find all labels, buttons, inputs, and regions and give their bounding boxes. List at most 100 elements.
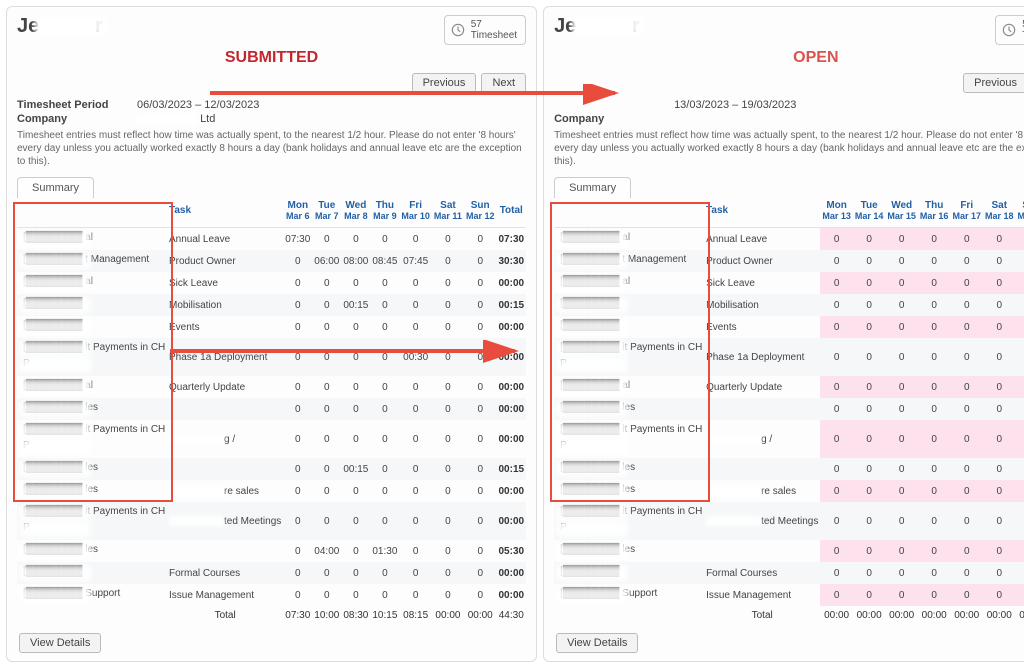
- time-cell: 0: [370, 480, 399, 502]
- table-row: [████████ Mobilisation0000:15000000:15: [17, 294, 526, 316]
- time-cell: 0: [341, 228, 370, 251]
- table-row: [████████ les000000000:00: [17, 398, 526, 420]
- table-row: [████████ Formal Courses000000000:00: [554, 562, 1024, 584]
- time-cell: 0: [918, 480, 951, 502]
- time-cell: 0: [341, 420, 370, 458]
- time-cell: 0: [432, 584, 464, 606]
- time-cell: 0: [464, 294, 497, 316]
- table-row: [████████ SupportIssue Management0000000…: [17, 584, 526, 606]
- time-cell: 0: [918, 272, 951, 294]
- table-row: [████████ lesre sales000000000:00: [554, 480, 1024, 502]
- time-cell: 0: [853, 376, 886, 398]
- view-details-button[interactable]: View Details: [19, 633, 101, 653]
- day-header: FriMar 17: [950, 197, 983, 228]
- time-cell: 0: [399, 228, 432, 251]
- time-cell: 0: [918, 294, 951, 316]
- day-header: MonMar 13: [820, 197, 853, 228]
- time-cell: 0: [399, 562, 432, 584]
- tab-summary[interactable]: Summary: [554, 177, 631, 198]
- time-cell: 0: [464, 458, 497, 480]
- day-header: SatMar 11: [432, 197, 464, 228]
- time-cell: 0: [885, 316, 918, 338]
- time-cell: 0: [885, 458, 918, 480]
- time-cell: 0: [885, 338, 918, 376]
- time-cell: 00:15: [341, 294, 370, 316]
- time-cell: 0: [853, 584, 886, 606]
- task-cell: Annual Leave: [704, 228, 820, 251]
- time-cell: 0: [918, 502, 951, 540]
- time-cell: 0: [853, 398, 886, 420]
- time-cell: 0: [820, 250, 853, 272]
- company-label: Company: [17, 113, 127, 125]
- time-cell: 0: [464, 272, 497, 294]
- time-cell: 0: [983, 376, 1016, 398]
- previous-button[interactable]: Previous: [412, 73, 477, 93]
- time-cell: 0: [853, 228, 886, 251]
- foot-cell: 00:00: [918, 606, 951, 625]
- task-cell: Phase 1a Deployment: [704, 338, 820, 376]
- foot-cell: 07:30: [283, 606, 312, 625]
- time-cell: 0: [918, 420, 951, 458]
- time-cell: 0: [283, 376, 312, 398]
- day-header: SatMar 18: [983, 197, 1016, 228]
- time-cell: 0: [283, 502, 312, 540]
- time-cell: 0: [983, 458, 1016, 480]
- task-cell: [167, 540, 283, 562]
- day-header: WedMar 15: [885, 197, 918, 228]
- time-cell: 0: [370, 272, 399, 294]
- time-cell: 0: [918, 562, 951, 584]
- time-cell: 0: [283, 562, 312, 584]
- time-cell: 0: [950, 420, 983, 458]
- time-cell: 0: [820, 584, 853, 606]
- time-cell: 0: [918, 338, 951, 376]
- time-cell: 0: [312, 398, 341, 420]
- note-text: Timesheet entries must reflect how time …: [17, 129, 526, 168]
- tab-summary[interactable]: Summary: [17, 177, 94, 198]
- time-cell: 0: [432, 250, 464, 272]
- time-cell: 0: [885, 540, 918, 562]
- time-cell: 0: [950, 316, 983, 338]
- day-header: TueMar 7: [312, 197, 341, 228]
- time-cell: 0: [853, 294, 886, 316]
- time-cell: 0: [1016, 502, 1024, 540]
- time-cell: 0: [983, 398, 1016, 420]
- row-total: 00:15: [496, 294, 526, 316]
- time-cell: 0: [820, 316, 853, 338]
- time-cell: 0: [950, 338, 983, 376]
- time-cell: 0: [885, 228, 918, 251]
- time-cell: 0: [341, 480, 370, 502]
- previous-button[interactable]: Previous: [963, 73, 1024, 93]
- time-cell: 0: [312, 458, 341, 480]
- time-cell: 0: [1016, 228, 1024, 251]
- time-cell: 0: [820, 338, 853, 376]
- time-cell: 0: [312, 376, 341, 398]
- day-header: MonMar 6: [283, 197, 312, 228]
- badge-number: 57: [471, 19, 482, 30]
- timesheet-badge: 57 Timesheet: [995, 15, 1024, 45]
- day-header: WedMar 8: [341, 197, 370, 228]
- time-cell: 0: [1016, 540, 1024, 562]
- time-cell: 0: [370, 294, 399, 316]
- time-cell: 0: [464, 502, 497, 540]
- time-cell: 0: [885, 502, 918, 540]
- time-cell: 0: [885, 480, 918, 502]
- time-cell: 0: [399, 502, 432, 540]
- status-label: OPEN: [554, 49, 1024, 67]
- time-cell: 0: [918, 228, 951, 251]
- time-cell: 0: [918, 316, 951, 338]
- time-cell: 0: [464, 338, 497, 376]
- task-cell: [167, 458, 283, 480]
- foot-cell: 08:30: [341, 606, 370, 625]
- task-cell: g /: [167, 420, 283, 458]
- next-button[interactable]: Next: [481, 73, 526, 93]
- view-details-button[interactable]: View Details: [556, 633, 638, 653]
- time-cell: 0: [1016, 480, 1024, 502]
- time-cell: 0: [399, 458, 432, 480]
- time-cell: 0: [341, 562, 370, 584]
- row-total: 00:00: [496, 376, 526, 398]
- row-total: 00:00: [496, 272, 526, 294]
- table-row: [████████ alSick Leave000000000:00: [17, 272, 526, 294]
- time-cell: 0: [464, 540, 497, 562]
- time-cell: 0: [312, 338, 341, 376]
- task-cell: g /: [704, 420, 820, 458]
